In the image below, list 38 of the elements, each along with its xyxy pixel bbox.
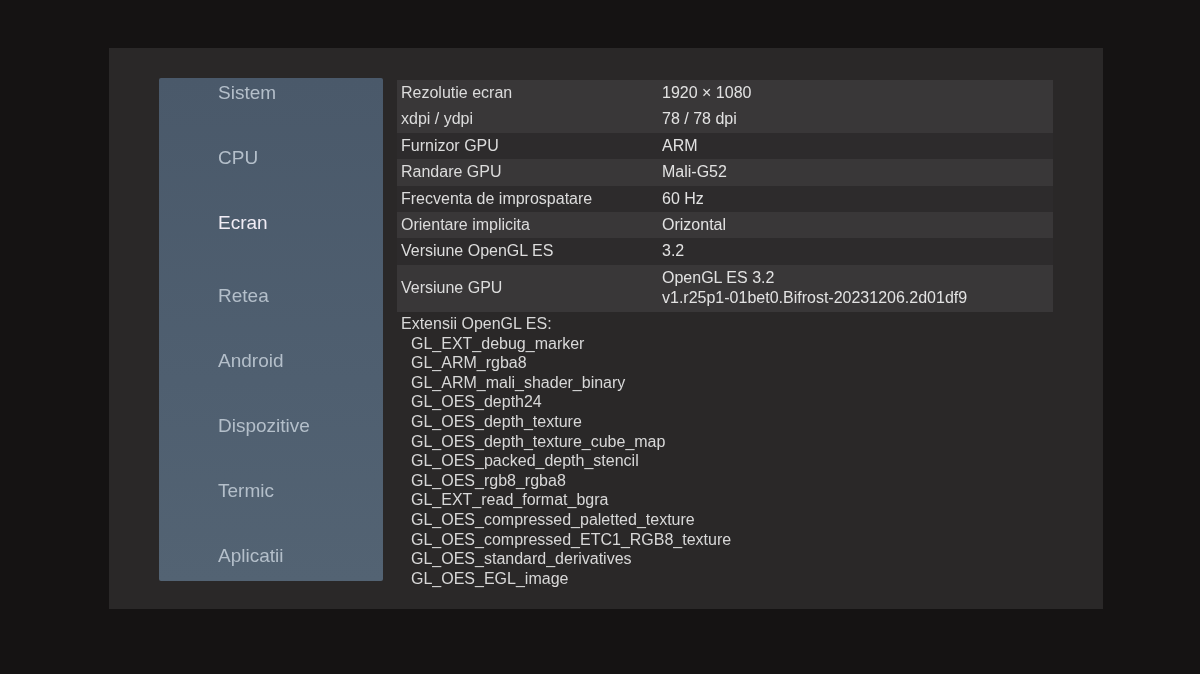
property-value: ARM <box>662 135 699 156</box>
sidebar-item[interactable]: Termic <box>218 479 274 503</box>
property-value: Mali-G52 <box>662 162 728 183</box>
extension-name: GL_EXT_read_format_bgra <box>411 490 609 510</box>
property-value: Orizontal <box>662 215 728 236</box>
extension-name: GL_OES_compressed_paletted_texture <box>411 510 695 530</box>
extension-name: GL_OES_packed_depth_stencil <box>411 451 639 471</box>
property-value: 78 / 78 dpi <box>662 109 738 130</box>
sidebar-item[interactable]: Sistem <box>218 81 277 105</box>
sidebar-item[interactable]: Retea <box>218 284 269 308</box>
extension-name: GL_OES_rgb8_rgba8 <box>411 470 566 491</box>
property-value: 1920 × 1080 <box>662 83 753 103</box>
extension-name: GL_OES_depth_texture_cube_map <box>411 431 666 452</box>
property-label: Versiune GPU <box>401 278 504 299</box>
sidebar-item[interactable]: Aplicatii <box>218 544 284 568</box>
property-label: Furnizor GPU <box>401 135 500 156</box>
property-label: Orientare implicita <box>401 215 531 236</box>
property-label: Randare GPU <box>401 162 503 183</box>
extension-name: GL_OES_compressed_ETC1_RGB8_texture <box>411 529 732 550</box>
sidebar-item[interactable]: Dispozitive <box>218 414 310 438</box>
sidebar-item[interactable]: CPU <box>218 146 259 170</box>
extension-name: GL_OES_EGL_image <box>411 568 569 589</box>
sidebar-item[interactable]: Android <box>218 349 284 373</box>
extension-name: GL_ARM_rgba8 <box>411 353 527 373</box>
property-value: OpenGL ES 3.2 v1.r25p1-01bet0.Bifrost-20231206.2d01df9 <box>662 267 969 309</box>
extension-name: GL_EXT_debug_marker <box>411 333 585 354</box>
property-value: 60 Hz <box>662 188 705 209</box>
property-label: Rezolutie ecran <box>401 83 514 103</box>
sidebar-item[interactable]: Ecran <box>218 211 268 235</box>
section-heading: Extensii OpenGL ES: <box>401 314 552 332</box>
extension-name: GL_ARM_mali_shader_binary <box>411 372 626 393</box>
property-label: Frecventa de improspatare <box>401 188 594 209</box>
property-label: Versiune OpenGL ES <box>401 241 555 262</box>
extension-name: GL_OES_standard_derivatives <box>411 549 632 569</box>
extension-name: GL_OES_depth_texture <box>411 412 582 432</box>
property-value: 3.2 <box>662 241 686 262</box>
property-label: xdpi / ydpi <box>401 109 475 130</box>
extension-name: GL_OES_depth24 <box>411 392 542 413</box>
